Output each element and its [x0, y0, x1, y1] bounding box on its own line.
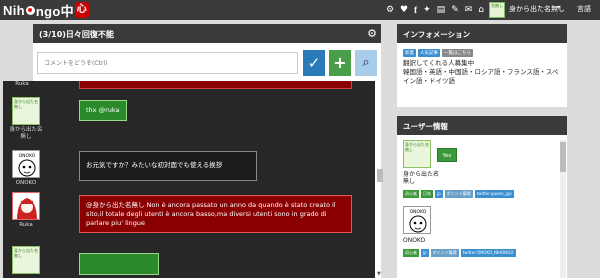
chat-header: (3/10)日々回復不能 ⚙ — [33, 24, 381, 43]
info-tag[interactable]: 人気記事 — [418, 49, 440, 57]
user-tag: 日本 — [421, 190, 433, 198]
twitter-icon[interactable]: ✦ — [423, 3, 431, 17]
language-menu[interactable]: 言語 — [577, 4, 591, 14]
logo-flag-icon — [25, 5, 35, 15]
onoko-avatar-icon: ONOKO — [18, 153, 36, 177]
user-tag: twitter:ONOKO_NIHONGO — [460, 249, 516, 257]
user-tag: jp — [435, 190, 443, 198]
user-tag: jp — [421, 249, 429, 257]
comment-input[interactable] — [37, 52, 298, 74]
user-tags: 初心者 jp ポイント獲得 twitter:ONOKO_NIHONGO — [403, 249, 516, 257]
avatar[interactable]: ONOKO — [12, 150, 40, 178]
user-tag: 初心者 — [403, 249, 419, 257]
message-bubble — [79, 81, 352, 89]
top-nav-bar: Nih ngo中心 ⚙ ♥ f ✦ ▤ ✎ ✉ ⌂ 名無し 身から出た名無し ▾ … — [0, 0, 600, 20]
message-timeline[interactable]: Ruka 身から出た名無し 身から出た名無し thx @ruka ONOKO O… — [3, 81, 375, 278]
site-logo[interactable]: Nih ngo中心 — [3, 1, 89, 19]
send-button[interactable]: ✓ — [303, 50, 325, 76]
book-icon[interactable]: ▤ — [437, 3, 446, 17]
info-tags: 新着 人気記事 一覧はこちら — [403, 49, 473, 57]
chevron-down-icon[interactable]: ▾ — [557, 4, 560, 11]
avatar[interactable]: 身から出た名無し — [403, 140, 431, 168]
scroll-down-arrow-icon[interactable]: ▼ — [377, 271, 381, 277]
logo-suffix: ngo中 — [35, 3, 74, 19]
avatar[interactable]: ONOKO — [403, 206, 431, 234]
user-tags: 初心者 日本 jp ポイント獲得 twitter-guoen_jpp — [403, 190, 514, 198]
user-panel-title: ユーザー情報 — [397, 116, 567, 135]
heart-icon[interactable]: ♥ — [400, 3, 408, 17]
home-icon[interactable]: ⌂ — [478, 3, 484, 17]
message-bubble: お元気ですか？みたいな初対面でも使える挨拶 — [79, 151, 257, 181]
user-tag: 初心者 — [403, 190, 419, 198]
message-bubble: @身から出た名無し Non è ancora passato un anno d… — [79, 195, 352, 233]
gear-icon[interactable]: ⚙ — [386, 3, 394, 17]
user-avatar[interactable]: 名無し — [489, 2, 505, 18]
chat-icon[interactable]: ✉ — [465, 3, 473, 17]
message-author: Ruka — [15, 81, 29, 87]
message-bubble: thx @ruka — [79, 100, 127, 121]
message-author: Ruka — [19, 222, 33, 228]
onoko-avatar-icon: ONOKO — [409, 209, 427, 233]
svg-text:ONOKO: ONOKO — [410, 209, 427, 215]
message-author: 身から出た名無し — [9, 127, 43, 140]
top-icon-group: ⚙ ♥ f ✦ ▤ ✎ ✉ ⌂ — [386, 3, 484, 17]
chat-title: (3/10)日々回復不能 — [39, 30, 114, 39]
facebook-icon[interactable]: f — [414, 3, 417, 17]
info-panel-title: インフォメーション — [397, 24, 567, 43]
user-name[interactable]: ONOKO — [403, 237, 425, 244]
avatar[interactable] — [12, 192, 40, 220]
paperclip-icon[interactable]: ⌕ — [355, 50, 377, 76]
user-status-badge: Yes — [437, 148, 457, 162]
user-tag: ポイント獲得 — [430, 249, 459, 257]
info-tag[interactable]: 一覧はこちら — [442, 49, 473, 57]
message-author: ONOKO — [15, 180, 37, 186]
message-bubble — [79, 253, 159, 275]
timeline-scrollbar-thumb[interactable] — [377, 169, 383, 182]
user-tag: twitter-guoen_jpp — [474, 190, 514, 198]
avatar[interactable]: 身から出た名無し — [12, 97, 40, 125]
info-text[interactable]: 翻訳してくれる人募集中 韓国語・英語・中国語・ロシア語・フランス語・スペイン語・… — [403, 59, 563, 86]
user-panel-scrollbar-thumb[interactable] — [560, 142, 566, 172]
brush-icon[interactable]: ✎ — [451, 3, 459, 17]
logo-prefix: Nih — [3, 2, 25, 18]
info-tag[interactable]: 新着 — [403, 49, 416, 57]
user-name[interactable]: 身から出た名無し — [403, 171, 443, 185]
logo-kanji: 心 — [74, 2, 89, 18]
avatar[interactable]: 身から出た名無し — [12, 246, 40, 274]
info-line[interactable]: 韓国語・英語・中国語・ロシア語・フランス語・スペイン語・ドイツ語 — [403, 68, 563, 86]
svg-text:ONOKO: ONOKO — [19, 153, 36, 159]
ruka-avatar-icon — [13, 193, 39, 219]
gear-icon[interactable]: ⚙ — [367, 28, 377, 39]
info-line[interactable]: 翻訳してくれる人募集中 — [403, 59, 563, 68]
info-panel: インフォメーション 新着 人気記事 一覧はこちら 翻訳してくれる人募集中 韓国語… — [397, 24, 567, 107]
add-button[interactable]: + — [329, 50, 351, 76]
user-tag: ポイント獲得 — [444, 190, 473, 198]
